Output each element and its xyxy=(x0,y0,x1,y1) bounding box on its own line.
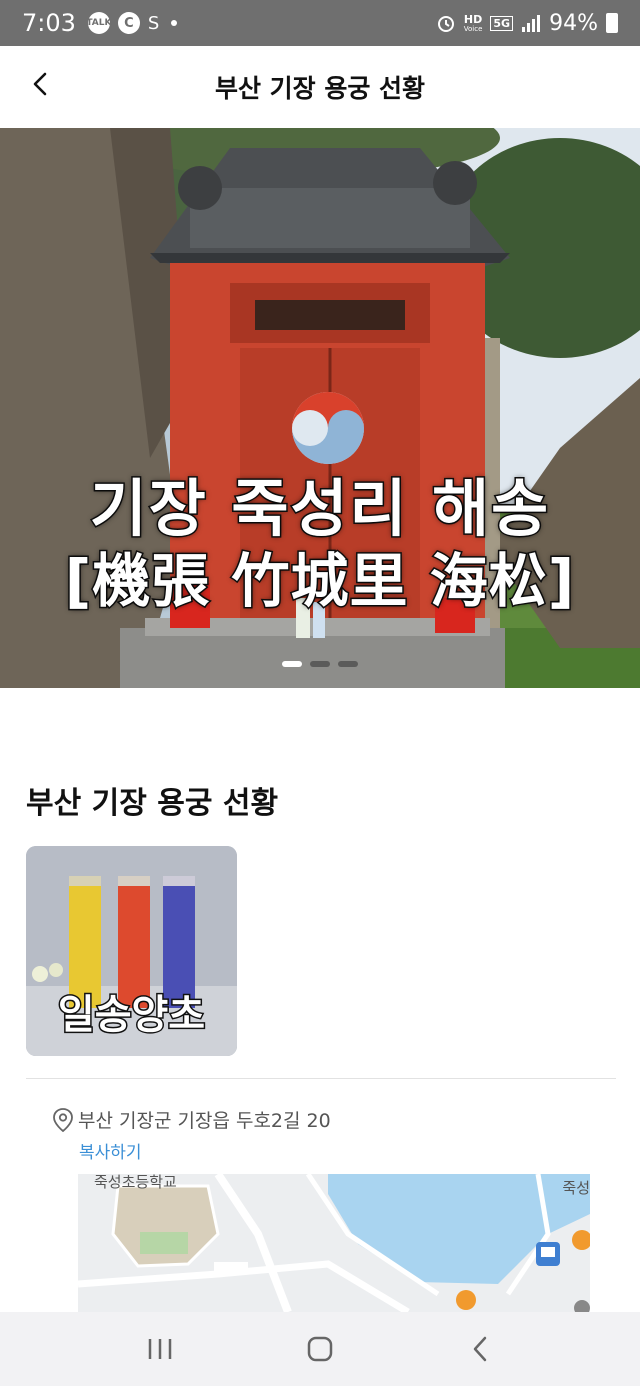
recent-apps-button[interactable] xyxy=(130,1324,190,1374)
c-icon: C xyxy=(117,12,140,34)
address-row: 부산 기장군 기장읍 두호2길 20 xyxy=(52,1106,331,1133)
hero-carousel[interactable]: 기장 죽성리 해송 [機張 竹城里 海松] xyxy=(0,128,640,688)
network-icon: 5G xyxy=(490,15,514,31)
location-map[interactable]: 죽성초등학교 죽성 xyxy=(78,1174,590,1312)
notification-dot-icon xyxy=(171,20,178,26)
carousel-dot[interactable] xyxy=(338,661,358,667)
divider xyxy=(26,1078,616,1079)
carousel-indicator xyxy=(0,661,640,667)
map-tiles xyxy=(78,1174,590,1312)
system-nav-bar xyxy=(0,1312,640,1386)
page-title: 부산 기장 용궁 선황 xyxy=(214,74,426,103)
carousel-dot[interactable] xyxy=(282,661,302,667)
app-header: 부산 기장 용궁 선황 xyxy=(0,46,640,128)
status-bar: 7:03 TALK C S HD Voice 5G 94% xyxy=(0,0,640,46)
home-button[interactable] xyxy=(290,1324,350,1374)
home-icon xyxy=(307,1336,333,1362)
alarm-icon xyxy=(437,16,454,32)
battery-percent: 94% xyxy=(549,10,598,36)
s-icon: S xyxy=(147,12,160,34)
status-time: 7:03 xyxy=(22,9,76,37)
battery-icon xyxy=(606,13,618,33)
recent-apps-icon xyxy=(148,1339,172,1359)
copy-address-link[interactable]: 복사하기 xyxy=(79,1138,142,1163)
map-label-school: 죽성초등학교 xyxy=(94,1174,177,1191)
back-arrow-icon xyxy=(473,1336,487,1362)
location-pin-icon xyxy=(53,1107,73,1132)
signal-icon xyxy=(522,15,541,32)
section-title: 부산 기장 용궁 선황 xyxy=(26,786,279,821)
product-card[interactable]: 일송양초 xyxy=(26,846,237,1056)
hero-caption-hanja: [機張 竹城里 海松] xyxy=(63,546,576,617)
chevron-left-icon xyxy=(33,72,47,96)
map-label-right: 죽성 xyxy=(562,1179,590,1197)
status-left: 7:03 TALK C S xyxy=(22,9,178,37)
status-right: HD Voice 5G 94% xyxy=(436,11,618,36)
talk-icon: TALK xyxy=(86,12,111,34)
product-label: 일송양초 xyxy=(56,991,206,1040)
screen: 7:03 TALK C S HD Voice 5G 94% 부산 기장 용궁 선… xyxy=(0,0,640,1386)
system-back-button[interactable] xyxy=(450,1324,510,1374)
address-text: 부산 기장군 기장읍 두호2길 20 xyxy=(78,1110,331,1132)
back-button[interactable] xyxy=(20,64,60,104)
carousel-dot[interactable] xyxy=(310,661,330,667)
hd-voice-icon: HD Voice xyxy=(463,12,483,33)
